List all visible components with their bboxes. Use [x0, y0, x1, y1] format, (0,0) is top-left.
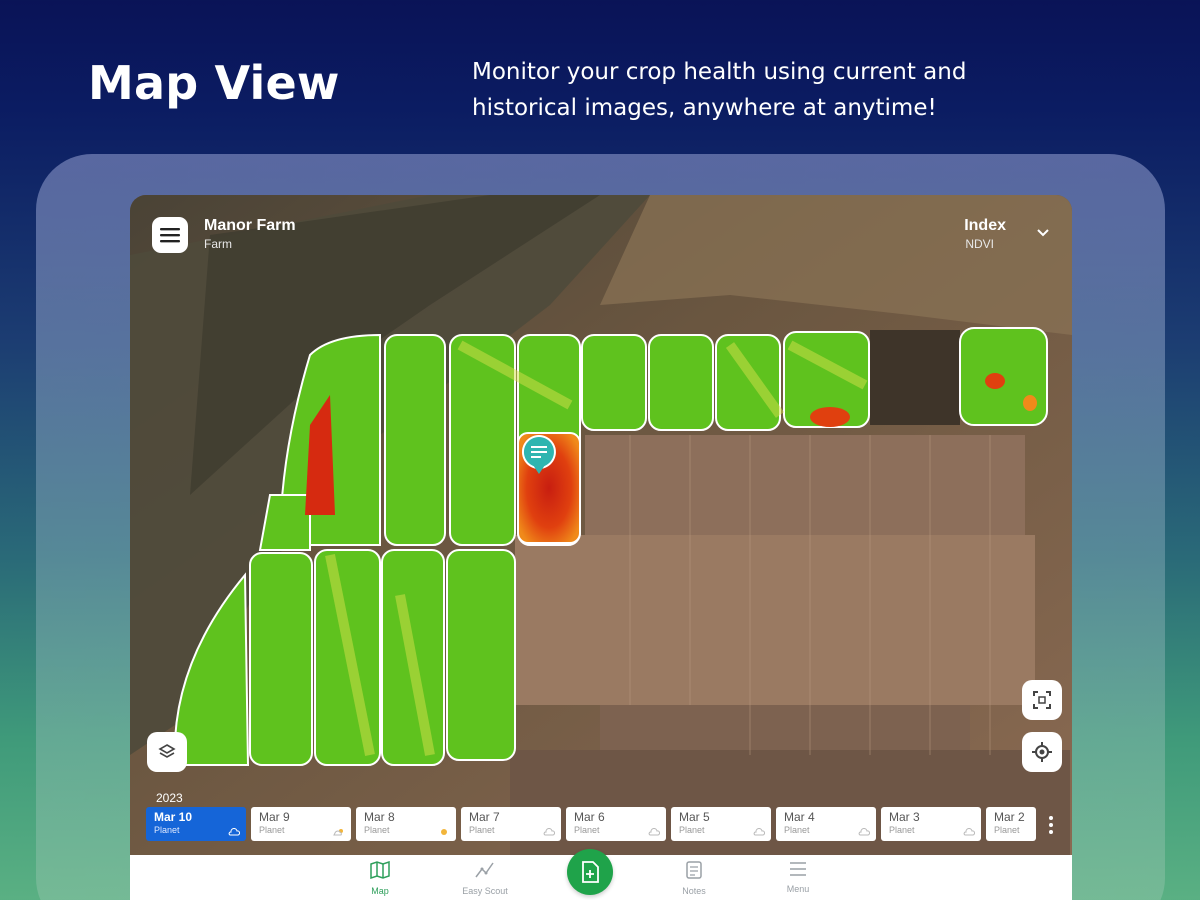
note-pin-icon: [521, 435, 556, 474]
date-source: Planet: [889, 825, 915, 835]
cloud-icon: [858, 828, 870, 836]
date-card-active[interactable]: Mar 10 Planet: [146, 807, 246, 841]
date-source: Planet: [994, 825, 1020, 835]
promo-title: Map View: [88, 56, 340, 110]
notes-icon: [686, 861, 702, 879]
date-label: Mar 7: [469, 810, 500, 824]
date-source: Planet: [259, 825, 285, 835]
fit-view-icon: [1033, 691, 1051, 709]
fit-view-button[interactable]: [1022, 680, 1062, 720]
bottom-nav: Map Easy Scout Notes Menu: [130, 849, 1072, 900]
date-source: Planet: [154, 825, 180, 835]
farm-name[interactable]: Manor Farm: [204, 217, 296, 235]
hamburger-icon: [160, 228, 180, 243]
layers-icon: [158, 744, 176, 758]
locate-icon: [1032, 742, 1052, 762]
timeline-year: 2023: [156, 791, 183, 805]
nav-item-menu[interactable]: Menu: [763, 861, 833, 894]
date-label: Mar 10: [154, 810, 193, 824]
date-card[interactable]: Mar 6 Planet: [566, 807, 666, 841]
promo-subtitle: Monitor your crop health using current a…: [472, 59, 967, 121]
add-report-button[interactable]: [567, 849, 613, 895]
farm-type: Farm: [204, 237, 232, 251]
date-card[interactable]: Mar 8 Planet: [356, 807, 456, 841]
sun-cloud-icon: [333, 829, 343, 836]
satellite-map[interactable]: [130, 195, 1072, 855]
nav-label: Easy Scout: [462, 886, 508, 896]
date-label: Mar 5: [679, 810, 710, 824]
date-card[interactable]: Mar 3 Planet: [881, 807, 981, 841]
date-strip: Mar 10 Planet Mar 9 Planet Mar 8 Planet …: [146, 807, 1036, 841]
date-card[interactable]: Mar 7 Planet: [461, 807, 561, 841]
date-label: Mar 2: [994, 810, 1025, 824]
app-screen: Manor Farm Farm Index NDVI 2023 Mar 10 P…: [130, 195, 1072, 900]
scout-note-pin[interactable]: [521, 434, 557, 481]
cloud-icon: [228, 828, 240, 836]
nav-item-notes[interactable]: Notes: [659, 861, 729, 896]
date-label: Mar 4: [784, 810, 815, 824]
date-source: Planet: [574, 825, 600, 835]
date-source: Planet: [364, 825, 390, 835]
date-card[interactable]: Mar 5 Planet: [671, 807, 771, 841]
nav-item-easy-scout[interactable]: Easy Scout: [450, 861, 520, 896]
date-source: Planet: [784, 825, 810, 835]
nav-label: Menu: [786, 884, 810, 894]
nav-item-map[interactable]: Map: [345, 860, 415, 896]
more-vert-icon[interactable]: [1048, 815, 1054, 835]
menu-button[interactable]: [152, 217, 188, 253]
date-label: Mar 6: [574, 810, 605, 824]
menu-icon: [790, 862, 806, 876]
date-label: Mar 3: [889, 810, 920, 824]
index-value: NDVI: [965, 237, 994, 251]
date-label: Mar 8: [364, 810, 395, 824]
add-report-icon: [582, 861, 599, 883]
layers-button[interactable]: [147, 732, 187, 772]
date-source: Planet: [469, 825, 495, 835]
sun-icon: [441, 829, 447, 835]
nav-label: Map: [371, 886, 389, 896]
date-label: Mar 9: [259, 810, 290, 824]
nav-label: Notes: [682, 886, 706, 896]
date-card[interactable]: Mar 2 Planet: [986, 807, 1036, 841]
cloud-icon: [963, 828, 975, 836]
date-source: Planet: [679, 825, 705, 835]
index-label[interactable]: Index: [964, 217, 1006, 235]
scout-icon: [475, 862, 494, 878]
cloud-icon: [543, 828, 555, 836]
locate-button[interactable]: [1022, 732, 1062, 772]
cloud-icon: [753, 828, 765, 836]
cloud-icon: [648, 828, 660, 836]
date-card[interactable]: Mar 9 Planet: [251, 807, 351, 841]
chevron-down-icon[interactable]: [1034, 223, 1052, 241]
date-card[interactable]: Mar 4 Planet: [776, 807, 876, 841]
map-icon: [370, 860, 390, 880]
